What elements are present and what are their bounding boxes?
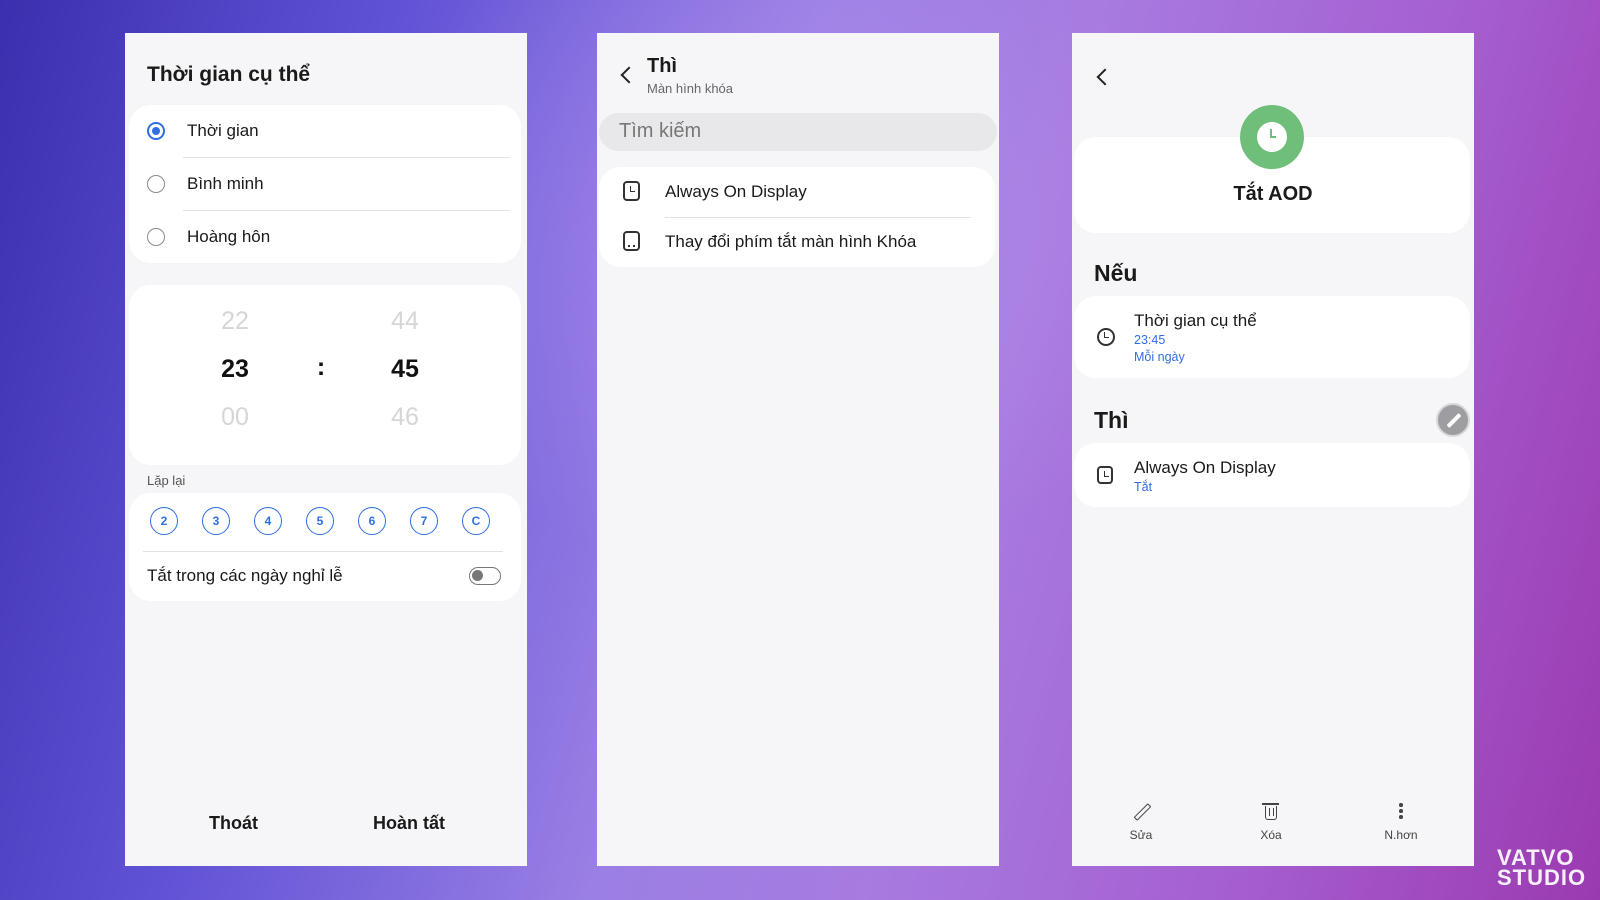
time-separator: : (316, 353, 326, 381)
holiday-toggle[interactable] (469, 567, 501, 585)
list-item-lockscreen-shortcut[interactable]: Thay đổi phím tắt màn hình Khóa (599, 217, 995, 267)
minute-prev[interactable]: 44 (391, 307, 419, 336)
radio-label: Bình minh (187, 174, 264, 193)
action-card[interactable]: Always On Display Tắt (1074, 443, 1470, 507)
radio-option-sunset[interactable]: Hoàng hôn (129, 211, 521, 263)
action-title: Always On Display (1134, 458, 1276, 477)
back-arrow-icon[interactable] (1096, 68, 1114, 86)
day-toggle-2[interactable]: 2 (150, 507, 178, 535)
time-picker[interactable]: 22 23 00 : 44 45 46 (129, 285, 521, 465)
radio-label: Hoàng hôn (187, 227, 271, 246)
divider (143, 551, 503, 552)
aod-icon (1097, 466, 1113, 484)
condition-repeat: Mỗi ngày (1134, 350, 1185, 364)
radio-option-time[interactable]: Thời gian (129, 105, 521, 157)
holiday-label: Tắt trong các ngày nghỉ lễ (147, 566, 343, 585)
hour-prev[interactable]: 22 (221, 307, 249, 336)
edit-label: Sửa (1129, 828, 1153, 842)
pencil-icon (1446, 413, 1462, 428)
routine-detail-screen: Tắt AOD Nếu Thời gian cụ thể 23:45 Mỗi n… (1072, 33, 1474, 866)
trash-icon (1262, 803, 1279, 820)
hour-next[interactable]: 00 (221, 403, 249, 432)
radio-option-sunrise[interactable]: Bình minh (129, 158, 521, 210)
screen-title: Thời gian cụ thể (147, 63, 311, 86)
search-input[interactable]: Tìm kiếm (599, 113, 997, 151)
aod-icon (623, 181, 640, 201)
radio-button[interactable] (147, 228, 165, 246)
back-arrow-icon[interactable] (620, 66, 638, 84)
condition-time: 23:45 (1134, 333, 1166, 347)
minute-next[interactable]: 46 (391, 403, 419, 432)
cancel-button[interactable]: Thoát (209, 813, 258, 834)
edit-fab-button[interactable] (1436, 403, 1470, 437)
done-button[interactable]: Hoàn tất (373, 813, 445, 834)
pencil-icon (1133, 803, 1149, 821)
repeat-days-card: 2 3 4 5 6 7 C Tắt trong các ngày nghỉ lễ (129, 493, 521, 601)
repeat-label: Lặp lại (147, 473, 186, 488)
list-item-label: Thay đổi phím tắt màn hình Khóa (665, 232, 917, 251)
day-toggle-5[interactable]: 5 (306, 507, 334, 535)
day-toggle-6[interactable]: 6 (358, 507, 386, 535)
more-label: N.hơn (1384, 828, 1418, 842)
screen-title: Thì (647, 55, 677, 77)
search-placeholder: Tìm kiếm (619, 120, 702, 142)
hour-current[interactable]: 23 (221, 355, 249, 384)
watermark-logo: VATVO STUDIO (1497, 847, 1587, 890)
radio-button-selected[interactable] (147, 122, 165, 140)
more-vertical-icon (1399, 803, 1403, 821)
list-item-aod[interactable]: Always On Display (599, 167, 995, 217)
watermark-line2: STUDIO (1497, 865, 1587, 890)
clock-icon (1097, 328, 1115, 346)
if-section-header: Nếu (1094, 260, 1138, 286)
then-action-picker-screen: Thì Màn hình khóa Tìm kiếm Always On Dis… (597, 33, 999, 866)
routine-name: Tắt AOD (1233, 183, 1313, 205)
radio-button[interactable] (147, 175, 165, 193)
list-item-label: Always On Display (665, 182, 807, 201)
action-list: Always On Display Thay đổi phím tắt màn … (599, 167, 995, 267)
day-toggle-4[interactable]: 4 (254, 507, 282, 535)
routine-clock-icon (1240, 105, 1304, 169)
radio-label: Thời gian (187, 121, 259, 140)
then-section-header: Thì (1094, 407, 1129, 433)
day-toggle-7[interactable]: 7 (410, 507, 438, 535)
screen-subtitle: Màn hình khóa (647, 81, 734, 96)
time-type-options: Thời gian Bình minh Hoàng hôn (129, 105, 521, 263)
minute-current[interactable]: 45 (391, 355, 419, 384)
lockscreen-shortcut-icon (623, 231, 640, 251)
specific-time-screen: Thời gian cụ thể Thời gian Bình minh Hoà… (125, 33, 527, 866)
day-toggle-3[interactable]: 3 (202, 507, 230, 535)
action-value: Tắt (1134, 480, 1153, 494)
condition-title: Thời gian cụ thể (1134, 311, 1257, 330)
day-toggle-sunday[interactable]: C (462, 507, 490, 535)
condition-card[interactable]: Thời gian cụ thể 23:45 Mỗi ngày (1074, 296, 1470, 378)
delete-label: Xóa (1260, 828, 1282, 842)
